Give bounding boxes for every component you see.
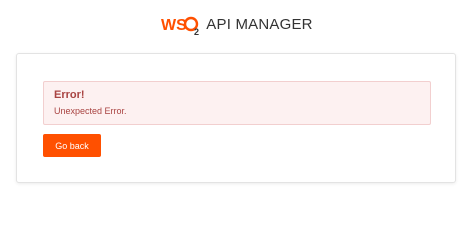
alert-message: Unexpected Error. [54, 106, 127, 116]
svg-text:2: 2 [194, 27, 199, 37]
product-name: API MANAGER [206, 16, 313, 33]
error-card: Error! Unexpected Error. Go back [16, 53, 456, 183]
svg-text:WS: WS [161, 17, 187, 34]
go-back-button[interactable]: Go back [43, 134, 101, 157]
alert-title: Error! [54, 89, 85, 101]
app-header: WS 2 API MANAGER [0, 12, 474, 38]
wso2-logo: WS 2 [161, 12, 201, 38]
error-alert: Error! Unexpected Error. [43, 81, 431, 125]
